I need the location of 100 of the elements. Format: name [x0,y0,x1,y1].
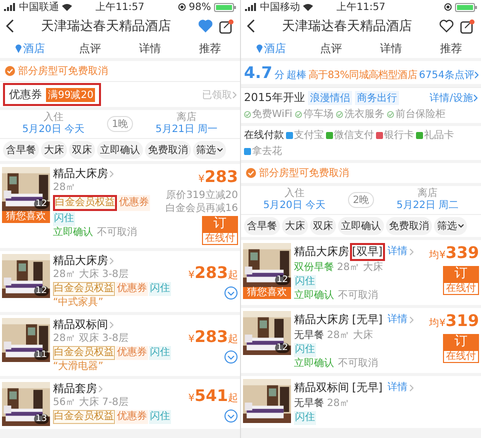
nights-count: 1晚 [106,116,134,132]
room-specs: 56㎡ 大床 7-8层 [53,397,128,409]
tab[interactable]: 推荐 [421,40,481,56]
chevron-icon [232,90,237,98]
photo-count: 12 [34,199,49,209]
room-price: 均¥339 [429,243,479,264]
location-pin-icon [15,43,22,53]
cancel-notice: 部分房型可免费取消 [18,64,108,78]
check-icon [336,110,344,118]
room-tag: 闪住 [149,410,171,424]
filter-chip[interactable]: 筛选 [193,141,226,159]
back-icon[interactable] [6,19,14,33]
photo-badge: 猜您喜欢 [2,211,50,223]
battery-percent: 98% [188,2,212,12]
policy-text: 立即确认 [294,358,334,370]
expand-icon[interactable] [224,408,238,422]
room-highlight-quote: “大滑电器” [53,361,104,373]
signal-icon [245,3,257,11]
filter-chip[interactable]: 双床 [69,141,95,159]
check-icon [387,110,394,118]
room-name: 精品大床房 [294,245,349,259]
breakfast-label: [双早] [350,243,385,261]
theme-tag: 商务出行 [355,90,399,104]
room-tag: 闪住 [149,282,171,296]
theme-tag: 浪漫情侣 [308,90,352,104]
tab[interactable]: 详情 [120,40,180,56]
chevron-icon [408,248,414,256]
photo-count: 12 [274,275,290,285]
payment-label: 在线付款 [244,128,284,142]
rating-score: 4.7 [244,63,272,82]
amenity-label: 免费WiFi [244,107,292,121]
check-circle-icon [246,168,256,178]
room-tag: 闪住 [294,275,316,289]
tab[interactable]: 推荐 [180,40,240,56]
photo-badge: 猜您喜欢 [243,287,291,299]
signal-icon [4,3,16,11]
filter-chip[interactable]: 大床 [41,141,67,159]
chevron-icon [473,94,478,102]
filter-chip[interactable]: 含早餐 [3,141,39,159]
room-tag: 闪住 [149,346,171,360]
filter-chip[interactable]: 含早餐 [244,217,280,235]
hotel-title: 天津瑞达春天精品酒店 [40,18,172,35]
filter-chip[interactable]: 立即确认 [97,141,143,159]
coupon-tag: 满99减20 [46,88,96,102]
room-tag: 白金会员权益 [53,195,117,211]
policy-text: 不可取消 [97,227,137,239]
breakfast-label: [无早] [351,380,384,396]
amenity-label: 洗衣服务 [336,107,384,121]
room-specs: 28㎡ [53,182,76,194]
carrier-name: 中国联通 [19,0,59,14]
meal-label: 无早餐 [294,330,324,342]
nights-count: 2晚 [348,192,374,208]
check-circle-icon [5,66,15,76]
hotel-title: 天津瑞达春天精品酒店 [281,18,413,35]
amenity-label: 停车场 [295,107,334,121]
caret-icon [458,224,464,228]
location-pin-icon [256,43,263,53]
payment-method: 银行卡 [384,128,414,142]
room-name: 精品双标间 [53,318,108,332]
share-icon[interactable] [460,18,475,34]
rating-unit: 分 [274,69,284,82]
status-time: 上午11:57 [96,0,144,14]
checkin-label: 入住 [43,112,64,124]
policy-text: 立即确认 [294,290,334,302]
back-icon[interactable] [247,19,255,33]
coupon-label: 优惠券 [9,87,42,102]
tab[interactable]: 点评 [60,40,120,56]
carrier-name: 中国移动 [260,0,300,14]
payment-method: 微信支付 [334,128,374,142]
caret-icon [217,148,223,152]
price-note: 原价319立减20 [166,190,238,202]
heart-icon[interactable] [439,19,454,33]
filter-chip[interactable]: 立即确认 [338,217,384,235]
filter-chip[interactable]: 大床 [282,217,308,235]
chevron-icon [98,385,103,393]
expand-icon[interactable] [224,286,238,300]
tab[interactable]: 点评 [301,40,361,56]
filter-chip[interactable]: 双床 [310,217,336,235]
expand-icon[interactable] [224,350,238,364]
filter-chip[interactable]: 免费取消 [145,141,191,159]
policy-text: 不可取消 [338,358,378,370]
photo-count: 13 [34,414,49,424]
chevron-icon [109,321,114,329]
room-highlight-quote: “中式家具” [53,297,104,309]
room-name: 精品大床房 [53,254,108,268]
filter-chip[interactable]: 筛选 [434,217,467,235]
payment-method: 支付宝 [294,128,324,142]
tab[interactable]: 详情 [361,40,421,56]
room-tag: 闪住 [294,343,316,357]
room-tag: 闪住 [294,411,316,425]
room-price: ¥283起 [188,263,238,284]
share-icon[interactable] [219,18,234,34]
breakfast-label: [无早] [351,312,384,328]
meal-label: 无早餐 [294,398,324,410]
rating-grade: 超棒 [286,68,306,82]
filter-chip[interactable]: 免费取消 [386,217,432,235]
payment-method: 礼品卡 [424,128,454,142]
room-tag: 闪住 [53,212,75,226]
room-tag: 优惠券 [118,195,150,211]
opening-year: 2015年开业 [244,90,305,105]
